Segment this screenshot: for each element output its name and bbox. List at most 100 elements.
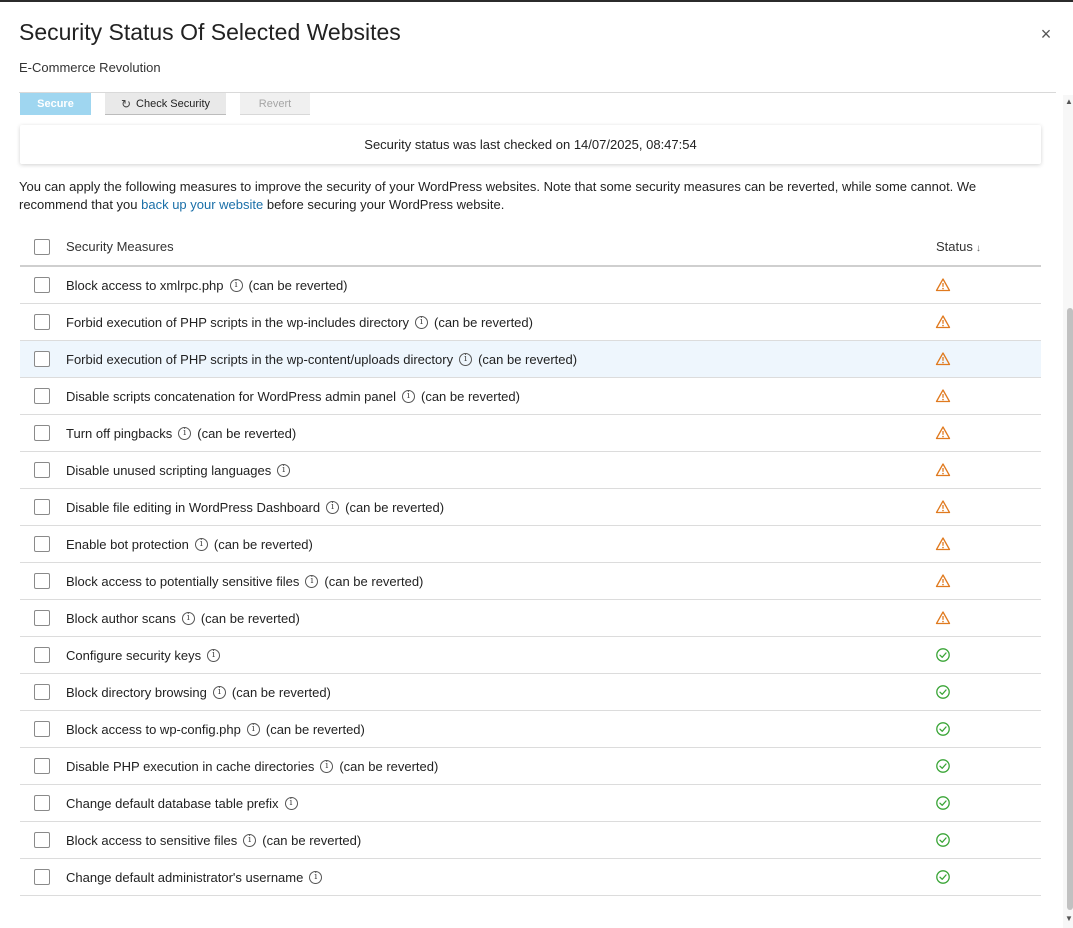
row-checkbox[interactable] (34, 314, 50, 330)
info-icon[interactable]: i (246, 722, 260, 736)
measure-cell: Disable file editing in WordPress Dashbo… (66, 500, 444, 515)
row-checkbox[interactable] (34, 573, 50, 589)
measure-label: Disable unused scripting languages (66, 462, 272, 478)
info-icon[interactable]: i (305, 574, 319, 588)
measure-cell: Disable unused scripting languages i (66, 463, 296, 478)
info-icon[interactable]: i (243, 833, 257, 847)
info-icon[interactable]: i (277, 463, 291, 477)
row-checkbox[interactable] (34, 647, 50, 663)
info-icon[interactable]: i (212, 685, 226, 699)
row-checkbox[interactable] (34, 832, 50, 848)
measure-cell: Block author scans i (can be reverted) (66, 611, 300, 626)
table-row[interactable]: Forbid execution of PHP scripts in the w… (20, 304, 1041, 341)
measure-label: Turn off pingbacks (66, 425, 173, 441)
row-checkbox[interactable] (34, 795, 50, 811)
website-name: E-Commerce Revolution (19, 60, 161, 75)
secure-button[interactable]: Secure (20, 93, 91, 115)
last-checked-banner: Security status was last checked on 14/0… (20, 125, 1041, 164)
row-checkbox[interactable] (34, 351, 50, 367)
scroll-up-icon[interactable]: ▲ (1065, 97, 1073, 106)
scrollbar-thumb[interactable] (1067, 308, 1073, 910)
table-row[interactable]: Configure security keys i (20, 637, 1041, 674)
warning-icon (935, 537, 951, 551)
measure-cell: Block access to sensitive files i (can be … (66, 833, 361, 848)
check-circle-icon (936, 759, 950, 773)
warning-icon (935, 278, 951, 292)
row-checkbox[interactable] (34, 462, 50, 478)
row-checkbox[interactable] (34, 388, 50, 404)
row-checkbox[interactable] (34, 684, 50, 700)
measure-cell: Turn off pingbacks i (can be reverted) (66, 426, 296, 441)
row-checkbox[interactable] (34, 610, 50, 626)
info-icon[interactable]: i (284, 796, 298, 810)
dialog-title: Security Status Of Selected Websites (19, 19, 401, 45)
info-icon[interactable]: i (320, 759, 334, 773)
info-icon[interactable]: i (401, 389, 415, 403)
select-all-checkbox[interactable] (34, 238, 50, 255)
measure-label: Block author scans (66, 610, 176, 626)
row-checkbox[interactable] (34, 869, 50, 885)
revertible-note: (can be reverted) (248, 277, 348, 293)
measure-cell: Forbid execution of PHP scripts in the w… (66, 315, 533, 330)
warning-icon (935, 315, 951, 329)
table-row[interactable]: Forbid execution of PHP scripts in the w… (20, 341, 1041, 378)
measure-label: Disable PHP execution in cache directori… (66, 758, 315, 774)
info-icon[interactable]: i (178, 426, 192, 440)
info-icon[interactable]: i (309, 870, 323, 884)
scroll-down-icon[interactable]: ▼ (1065, 914, 1073, 923)
measure-label: Change default administrator's username (66, 869, 304, 885)
table-row[interactable]: Turn off pingbacks i (can be reverted) (20, 415, 1041, 452)
info-icon[interactable]: i (207, 648, 221, 662)
check-circle-icon (936, 833, 950, 847)
check-security-label: Check Security (136, 97, 211, 110)
table-row[interactable]: Change default administrator's username i (20, 859, 1041, 896)
table-row[interactable]: Block access to wp-config.php i (can be re… (20, 711, 1041, 748)
info-icon[interactable]: i (229, 278, 243, 292)
measure-label: Enable bot protection (66, 536, 189, 552)
table-row[interactable]: Disable scripts concatenation for WordPr… (20, 378, 1041, 415)
revertible-note: (can be reverted) (339, 758, 439, 774)
close-icon[interactable]: × (1036, 24, 1056, 44)
warning-icon (935, 426, 951, 440)
row-checkbox[interactable] (34, 277, 50, 293)
intro-text: You can apply the following measures to … (19, 178, 1039, 214)
measure-label: Block access to potentially sensitive fi… (66, 573, 300, 589)
table-row[interactable]: Block access to xmlrpc.php i (can be rever… (20, 267, 1041, 304)
info-icon[interactable]: i (459, 352, 473, 366)
row-checkbox[interactable] (34, 425, 50, 441)
revertible-note: (can be reverted) (345, 499, 445, 515)
warning-icon (935, 389, 951, 403)
info-icon[interactable]: i (181, 611, 195, 625)
warning-icon (935, 574, 951, 588)
table-row[interactable]: Disable unused scripting languages i (20, 452, 1041, 489)
table-row[interactable]: Block access to sensitive files i (can be … (20, 822, 1041, 859)
info-icon[interactable]: i (414, 315, 428, 329)
revertible-note: (can be reverted) (433, 314, 533, 330)
measure-cell: Change default database table prefix i (66, 796, 304, 811)
revert-button[interactable]: Revert (240, 93, 310, 115)
info-icon[interactable]: i (194, 537, 208, 551)
row-checkbox[interactable] (34, 721, 50, 737)
table-row[interactable]: Block directory browsing i (can be reverte… (20, 674, 1041, 711)
measure-cell: Enable bot protection i (can be reverted) (66, 537, 313, 552)
table-row[interactable]: Disable PHP execution in cache directori… (20, 748, 1041, 785)
revertible-note: (can be reverted) (197, 425, 297, 441)
measure-label: Change default database table prefix (66, 795, 279, 811)
revertible-note: (can be reverted) (324, 573, 424, 589)
backup-link[interactable]: back up your website (141, 197, 263, 212)
row-checkbox[interactable] (34, 499, 50, 515)
check-security-button[interactable]: ↻ Check Security (105, 93, 226, 115)
revertible-note: (can be reverted) (213, 536, 313, 552)
measure-cell: Change default administrator's username i (66, 870, 328, 885)
row-checkbox[interactable] (34, 758, 50, 774)
row-checkbox[interactable] (34, 536, 50, 552)
table-row[interactable]: Block author scans i (can be reverted) (20, 600, 1041, 637)
table-row[interactable]: Disable file editing in WordPress Dashbo… (20, 489, 1041, 526)
info-icon[interactable]: i (326, 500, 340, 514)
table-row[interactable]: Block access to potentially sensitive fi… (20, 563, 1041, 600)
table-row[interactable]: Enable bot protection i (can be reverted) (20, 526, 1041, 563)
measure-label: Configure security keys (66, 647, 202, 663)
table-row[interactable]: Change default database table prefix i (20, 785, 1041, 822)
column-header-status[interactable]: Status ↓ (936, 239, 981, 254)
measure-cell: Block access to potentially sensitive fi… (66, 574, 423, 589)
